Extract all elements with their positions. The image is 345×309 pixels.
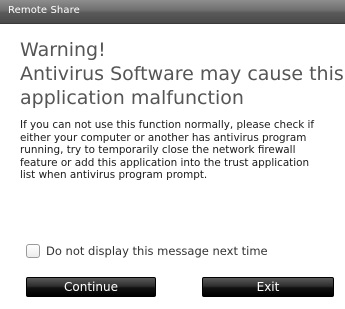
dont-show-again-label[interactable]: Do not display this message next time <box>46 244 268 258</box>
window-title: Remote Share <box>8 5 80 16</box>
message-line: feature or add this application into the… <box>20 156 310 169</box>
warning-heading: Warning! Antivirus Software may cause th… <box>20 38 344 110</box>
message-line: running, try to temporarily close the ne… <box>20 144 296 157</box>
heading-line: application malfunction <box>20 87 244 109</box>
dont-show-again-checkbox[interactable] <box>26 244 40 258</box>
continue-button[interactable]: Continue <box>26 277 156 297</box>
message-line: If you can not use this function normall… <box>20 119 315 131</box>
warning-message: If you can not use this function normall… <box>20 119 340 182</box>
heading-line: Antivirus Software may cause this <box>20 63 344 85</box>
message-line: either your computer or another has anti… <box>20 131 307 144</box>
heading-line: Warning! <box>20 39 106 61</box>
remote-share-window: Remote Share Warning! Antivirus Software… <box>0 0 345 309</box>
message-line: list when antivirus program prompt. <box>20 169 208 182</box>
title-bar[interactable]: Remote Share <box>0 0 345 24</box>
exit-button[interactable]: Exit <box>202 277 334 297</box>
